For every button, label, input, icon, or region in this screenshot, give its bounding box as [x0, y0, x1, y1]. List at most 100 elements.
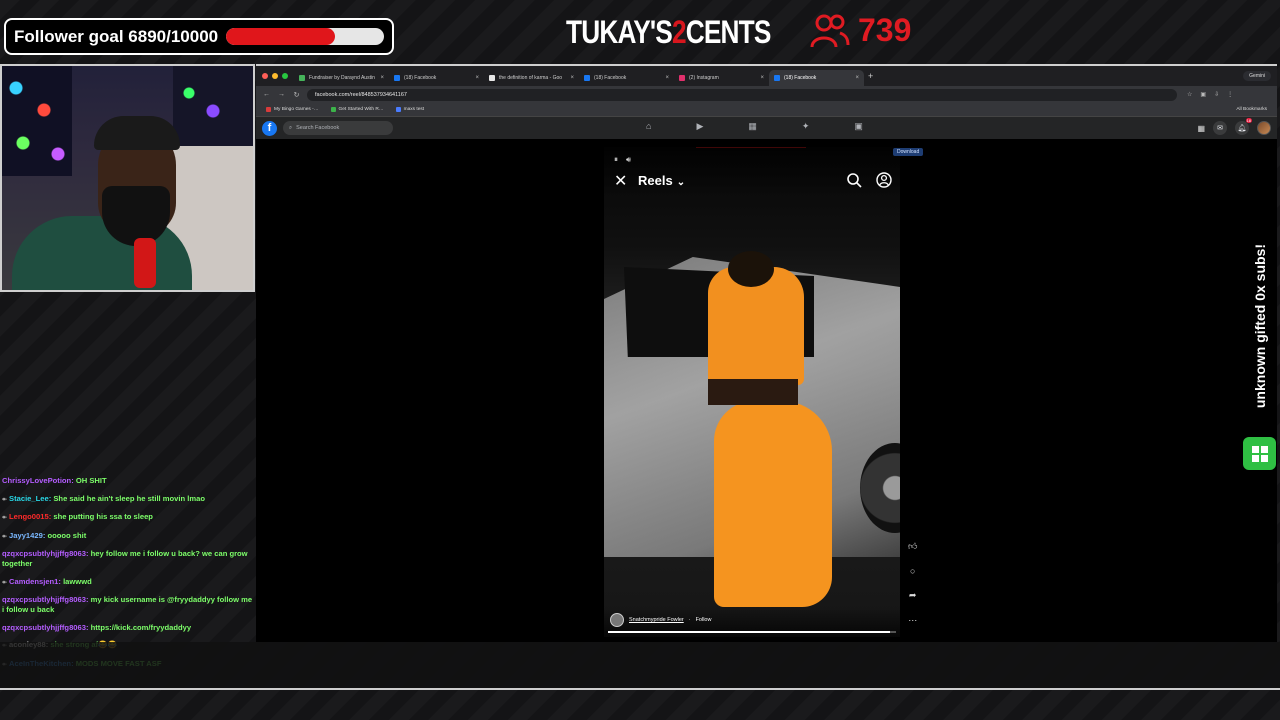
reload-icon[interactable]: ↻ [292, 91, 301, 99]
reel-viewer: ⏸ 🔊︎ ✕ Reels ⌄ Snatchmypride Fowler · Fol… [256, 141, 1277, 642]
chat-tag-icon: ↞ [2, 533, 8, 540]
download-icon[interactable]: ⇩ [1214, 91, 1219, 98]
maximize-window-button[interactable] [282, 73, 288, 79]
reel-top-icons [846, 172, 892, 188]
forward-icon[interactable]: → [277, 91, 286, 98]
comment-icon[interactable]: ○ [910, 566, 915, 576]
chat-username[interactable]: Jayy1429 [9, 531, 43, 540]
webcam-feed [0, 64, 255, 292]
follow-link[interactable]: Follow [696, 617, 712, 623]
tab-close-icon[interactable]: × [475, 75, 479, 81]
tab-close-icon[interactable]: × [380, 75, 384, 81]
tab-favicon-icon [299, 75, 305, 81]
bookmark-star-icon[interactable]: ☆ [1187, 91, 1192, 98]
kick-gift-icon [1243, 437, 1276, 470]
chat-text: She said he ain't sleep he still movin l… [53, 493, 205, 503]
chat-message: ↞ Jayy1429: ooooo shit [2, 531, 256, 542]
chat-text: lawwwd [63, 576, 92, 586]
tab-favicon-icon [489, 75, 495, 81]
home-icon[interactable]: ⌂ [646, 121, 651, 132]
url-text: facebook.com/reel/848537934641167 [315, 91, 407, 98]
address-bar[interactable]: facebook.com/reel/848537934641167 [307, 88, 1177, 101]
browser-tab[interactable]: Fundraiser by Daraynd Austin × [294, 70, 389, 86]
chat-text: https://kick.com/fryydaddyy [90, 622, 192, 632]
chat-message: qzqxcpsubtlyhjjffg8063: hey follow me i … [2, 549, 256, 569]
gaming-icon[interactable]: ▣ [854, 121, 863, 132]
search-icon[interactable] [846, 172, 862, 188]
chat-username[interactable]: qzqxcpsubtlyhjjffg8063 [2, 549, 86, 558]
facebook-nav: ⌂ ▶ ▦ ✦ ▣ [646, 121, 863, 132]
minimize-window-button[interactable] [272, 73, 278, 79]
menu-icon[interactable]: ⋮ [1227, 91, 1233, 98]
close-icon[interactable]: ✕ [614, 171, 627, 191]
share-icon[interactable]: ➦ [909, 590, 917, 601]
reels-title-text: Reels [638, 173, 673, 188]
chat-username[interactable]: Camdensjen1 [9, 577, 58, 586]
chat-username[interactable]: qzqxcpsubtlyhjjffg8063 [2, 623, 86, 632]
back-icon[interactable]: ← [262, 91, 271, 98]
chevron-down-icon: ⌄ [676, 177, 686, 188]
follower-goal-widget: Follower goal 6890/10000 [4, 18, 394, 55]
chat-username[interactable]: qzqxcpsubtlyhjjffg8063 [2, 595, 86, 604]
all-bookmarks-link[interactable]: All Bookmarks [1236, 107, 1267, 112]
volume-icon[interactable]: 🔊︎ [626, 155, 631, 165]
tab-close-icon[interactable]: × [665, 75, 669, 81]
notification-badge: 18 [1245, 118, 1252, 123]
chat-message: ↞ Stacie_Lee: She said he ain't sleep he … [2, 494, 256, 505]
pause-icon[interactable]: ⏸ [614, 155, 618, 165]
chat-text: ooooo shit [47, 530, 87, 540]
close-window-button[interactable] [262, 73, 268, 79]
facebook-logo-icon[interactable]: f [262, 120, 277, 136]
marketplace-icon[interactable]: ▦ [748, 121, 757, 132]
new-tab-button[interactable]: + [868, 71, 873, 81]
bookmark-item[interactable]: Get Started With R… [330, 107, 384, 112]
tab-close-icon[interactable]: × [855, 75, 859, 81]
bookmark-label: My Bingo Games -… [274, 107, 319, 112]
tab-label: (2) Instagram [689, 75, 719, 81]
reel-actions: 👍︎ ○ ➦ ⋯ [908, 541, 917, 626]
profile-avatar[interactable] [1257, 121, 1271, 135]
search-placeholder: Search Facebook [296, 125, 340, 131]
like-icon[interactable]: 👍︎ [908, 541, 917, 552]
author-name[interactable]: Snatchmypride Fowler [629, 617, 684, 623]
browser-tab[interactable]: the definition of karma - Goo × [484, 70, 579, 86]
author-avatar[interactable] [610, 613, 624, 627]
browser-tab[interactable]: (18) Facebook × [769, 70, 864, 86]
tab-close-icon[interactable]: × [570, 75, 574, 81]
browser-tab[interactable]: (18) Facebook × [389, 70, 484, 86]
follower-goal-bar [226, 28, 384, 45]
bookmark-item[interactable]: My Bingo Games -… [266, 107, 319, 112]
apps-grid-icon[interactable]: ▦ [1197, 124, 1205, 133]
tab-close-icon[interactable]: × [760, 75, 764, 81]
bookmark-item[interactable]: maxs test [395, 107, 424, 112]
notifications-icon[interactable]: 🔔︎ 18 [1235, 118, 1252, 135]
more-icon[interactable]: ⋯ [908, 615, 917, 626]
chat-username[interactable]: Lengo0015 [9, 512, 49, 521]
tabs: Fundraiser by Daraynd Austin × (18) Facebo… [294, 66, 864, 86]
reel-progress[interactable] [608, 631, 896, 633]
tab-strip: Fundraiser by Daraynd Austin × (18) Facebo… [256, 66, 1277, 86]
tab-label: (18) Facebook [404, 75, 437, 81]
messenger-icon[interactable]: ✉ [1213, 121, 1227, 135]
reel-video[interactable]: ⏸ 🔊︎ ✕ Reels ⌄ Snatchmypride Fowler · Fol… [604, 147, 900, 637]
search-icon: ⌕ [289, 124, 293, 131]
extension-icon[interactable]: ▣ [1200, 91, 1206, 98]
chat-username[interactable]: Stacie_Lee [9, 494, 49, 503]
facebook-search-input[interactable]: ⌕ Search Facebook [283, 121, 393, 135]
groups-icon[interactable]: ✦ [802, 121, 810, 132]
video-icon[interactable]: ▶ [696, 121, 703, 132]
orange-skirt [714, 401, 832, 607]
reels-title[interactable]: Reels ⌄ [638, 173, 685, 188]
chat-username[interactable]: ChrissyLovePotion [2, 476, 71, 485]
profile-icon[interactable] [876, 172, 892, 188]
chat-tag-icon: ↞ [2, 579, 8, 586]
microphone [134, 238, 156, 288]
gemini-button[interactable]: Gemini [1243, 71, 1271, 81]
address-row: ← → ↻ facebook.com/reel/848537934641167 … [256, 86, 1277, 103]
users-icon [810, 14, 850, 47]
browser-tab[interactable]: (18) Facebook × [579, 70, 674, 86]
chat-message: ↞ Camdensjen1: lawwwd [2, 577, 256, 588]
download-badge[interactable]: Download [893, 148, 924, 156]
tab-label: Fundraiser by Daraynd Austin [309, 75, 375, 81]
browser-tab[interactable]: (2) Instagram × [674, 70, 769, 86]
